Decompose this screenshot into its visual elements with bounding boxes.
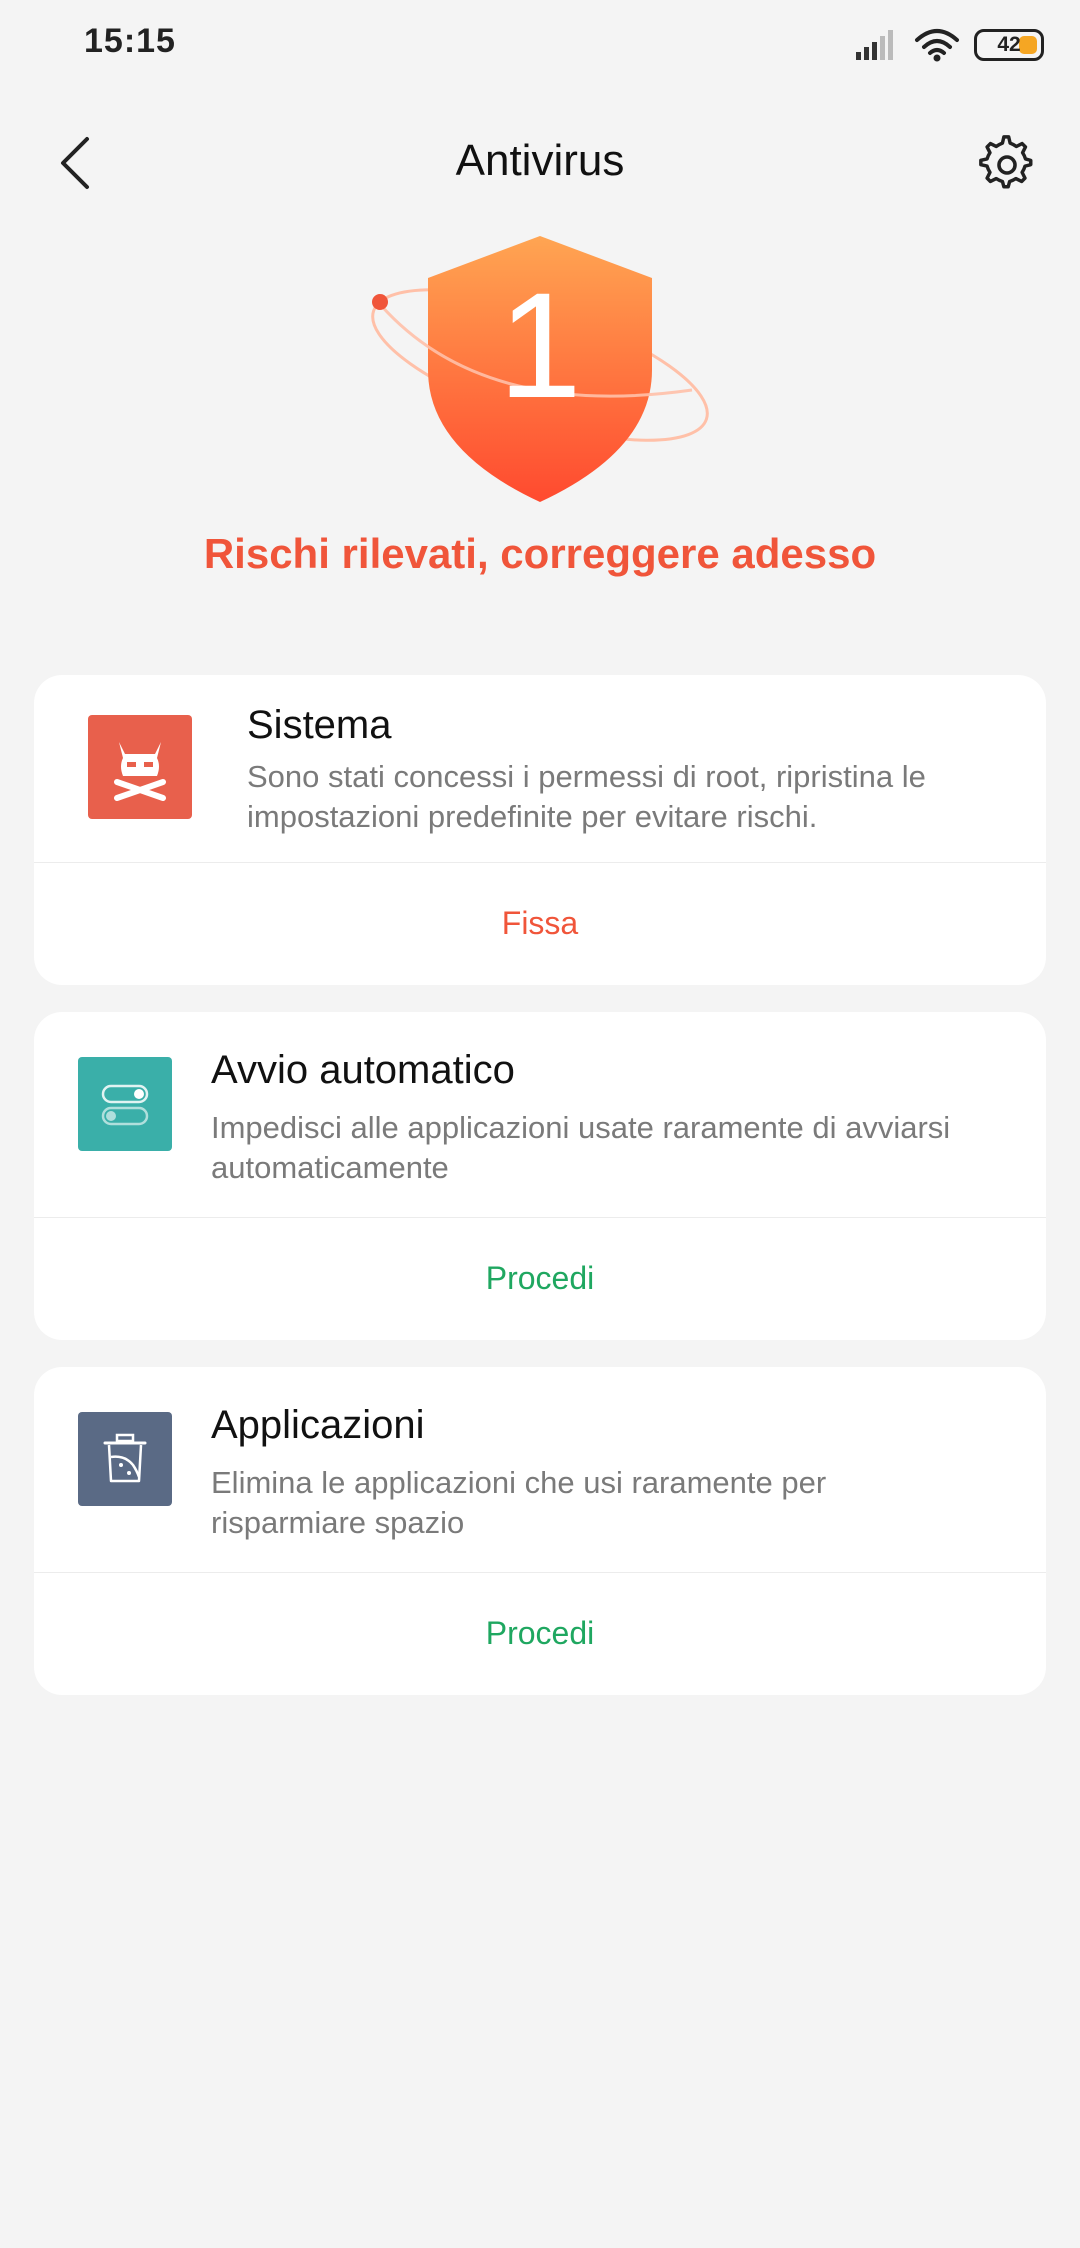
status-icons: 42 [856,22,1044,68]
toggle-switches-icon [78,1057,172,1151]
battery-level: 42 [997,33,1021,56]
proceed-button[interactable]: Procedi [34,1573,1046,1693]
card-avvio-automatico: Avvio automatico Impedisci alle applicaz… [34,1012,1046,1340]
status-time: 15:15 [84,22,176,60]
page-title: Antivirus [455,136,625,185]
card-title: Applicazioni [211,1403,425,1447]
risk-shield-graphic: 1 [340,220,740,520]
gear-icon [979,135,1033,189]
fix-button[interactable]: Fissa [34,863,1046,983]
card-description: Elimina le applicazioni che usi rarament… [211,1465,827,1540]
root-devil-icon [88,715,192,819]
settings-button[interactable] [972,128,1042,198]
wifi-icon [915,29,959,62]
card-title: Sistema [247,703,392,747]
card-title: Avvio automatico [211,1048,515,1092]
card-description: Impedisci alle applicazioni usate rarame… [211,1110,951,1185]
risk-message: Rischi rilevati, correggere adesso [203,530,877,577]
signal-icon [856,30,893,60]
risk-count: 1 [498,261,582,429]
card-description: Sono stati concessi i permessi di root, … [247,759,926,834]
status-bar: 15:15 42 [0,0,1080,90]
trash-can-icon [78,1412,172,1506]
proceed-button[interactable]: Procedi [34,1218,1046,1338]
top-bar: Antivirus [0,110,1080,210]
card-sistema: Sistema Sono stati concessi i permessi d… [34,675,1046,985]
battery-indicator: 42 [974,29,1044,61]
card-applicazioni: Applicazioni Elimina le applicazioni che… [34,1367,1046,1695]
